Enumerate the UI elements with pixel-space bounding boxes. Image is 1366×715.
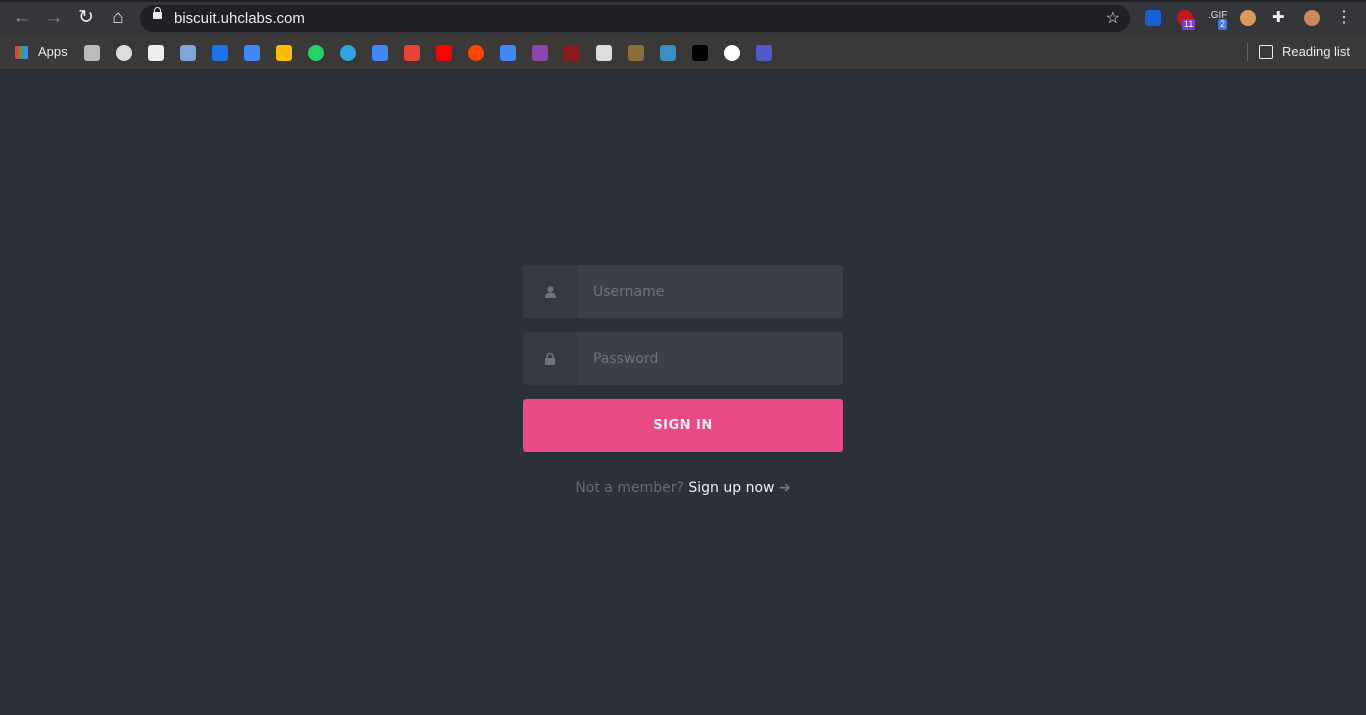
whatsapp-icon[interactable]: [308, 45, 324, 61]
url-text: biscuit.uhclabs.com: [174, 10, 305, 27]
ifttt-icon[interactable]: [692, 45, 708, 61]
reading-list-icon: [1259, 45, 1273, 59]
sign-in-button[interactable]: SIGN IN: [523, 399, 843, 452]
password-field-group: [523, 332, 843, 385]
google-keep-icon[interactable]: [276, 45, 292, 61]
download-icon[interactable]: [148, 45, 164, 61]
google-slides-icon[interactable]: [372, 45, 388, 61]
wizard-icon[interactable]: [180, 45, 196, 61]
not-member-text: Not a member?: [575, 480, 684, 496]
folder-icon[interactable]: [84, 45, 100, 61]
browser-toolbar: ← → ↻ ⌂ biscuit.uhclabs.com ☆ 11 .GIF 2 …: [0, 0, 1366, 36]
extension-badge: 2: [1218, 19, 1228, 30]
game-icon[interactable]: [660, 45, 676, 61]
password-input[interactable]: [577, 332, 843, 385]
color-grid-icon[interactable]: [532, 45, 548, 61]
username-input[interactable]: [577, 265, 843, 318]
hash-icon[interactable]: [564, 45, 580, 61]
tab-strip: [0, 0, 1366, 2]
back-button[interactable]: ←: [12, 8, 32, 28]
youtube-icon[interactable]: [436, 45, 452, 61]
chef-hat-icon[interactable]: [596, 45, 612, 61]
username-field-group: [523, 265, 843, 318]
arrow-right-icon: ➔: [778, 480, 791, 496]
home-button[interactable]: ⌂: [108, 8, 128, 28]
reading-list-button[interactable]: Reading list: [1282, 44, 1350, 59]
google-calendar-icon[interactable]: [212, 45, 228, 61]
gmail-icon[interactable]: [404, 45, 420, 61]
google-translate-icon[interactable]: [500, 45, 516, 61]
apps-bookmark[interactable]: Apps: [38, 44, 68, 59]
reddit-icon[interactable]: [468, 45, 484, 61]
profile-avatar[interactable]: [1304, 10, 1320, 26]
avatar-extension-icon[interactable]: [1240, 10, 1256, 26]
google-docs-icon[interactable]: [244, 45, 260, 61]
reload-button[interactable]: ↻: [76, 8, 96, 28]
extensions-puzzle-icon[interactable]: ✚: [1272, 10, 1288, 26]
divider: [1247, 43, 1248, 61]
forward-button[interactable]: →: [44, 8, 64, 28]
address-bar[interactable]: biscuit.uhclabs.com ☆: [140, 5, 1130, 32]
sg-icon[interactable]: [724, 45, 740, 61]
bitwarden-extension-icon[interactable]: [1145, 10, 1161, 26]
signup-prompt: Not a member? Sign up now ➔: [523, 480, 843, 496]
login-form: SIGN IN Not a member? Sign up now ➔: [523, 265, 843, 496]
lock-icon: [153, 7, 162, 19]
teams-icon[interactable]: [756, 45, 772, 61]
telegram-icon[interactable]: [340, 45, 356, 61]
menu-kebab-icon[interactable]: ⋮: [1334, 8, 1354, 28]
extension-badge: 11: [1182, 19, 1196, 30]
robot-icon[interactable]: [628, 45, 644, 61]
lock-icon: [523, 332, 577, 385]
user-icon: [523, 265, 577, 318]
bookmark-star-icon[interactable]: ☆: [1106, 8, 1120, 28]
history-icon[interactable]: [116, 45, 132, 61]
sign-up-link[interactable]: Sign up now: [688, 480, 774, 496]
apps-grid-icon[interactable]: [15, 46, 28, 59]
bookmarks-bar: Apps Reading list: [0, 36, 1366, 70]
